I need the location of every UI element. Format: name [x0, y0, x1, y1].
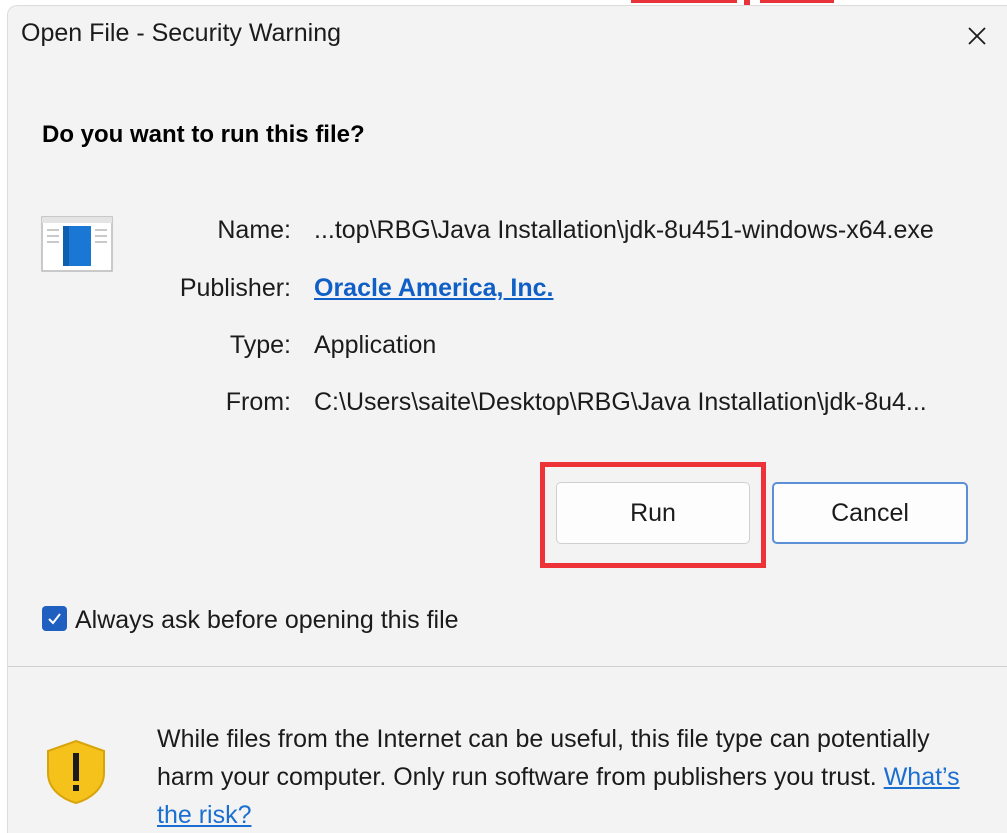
close-button[interactable]: [954, 14, 1000, 58]
publisher-link[interactable]: Oracle America, Inc.: [314, 274, 553, 303]
from-value: C:\Users\saite\Desktop\RBG\Java Installa…: [314, 388, 927, 416]
always-ask-checkbox[interactable]: [42, 606, 67, 631]
warning-message: While files from the Internet can be use…: [157, 720, 987, 833]
run-button[interactable]: Run: [556, 482, 750, 544]
cancel-button[interactable]: Cancel: [772, 482, 968, 544]
close-icon: [968, 27, 986, 45]
type-value: Application: [314, 331, 437, 359]
from-label: From:: [225, 388, 291, 416]
title-bar: Open File - Security Warning: [8, 6, 1007, 64]
checkmark-icon: [48, 613, 61, 625]
security-warning-dialog: Open File - Security Warning Do you want…: [7, 5, 1007, 833]
application-file-icon: [41, 216, 113, 277]
annotation-mark-left: [631, 0, 737, 3]
warning-text: While files from the Internet can be use…: [157, 725, 930, 791]
name-value: ...top\RBG\Java Installation\jdk-8u451-w…: [314, 216, 934, 244]
always-ask-label[interactable]: Always ask before opening this file: [75, 606, 459, 635]
warning-shield-icon: [44, 739, 108, 810]
annotation-mark-right: [760, 0, 834, 3]
name-label: Name:: [217, 216, 291, 244]
prompt-question: Do you want to run this file?: [42, 121, 365, 148]
publisher-label: Publisher:: [179, 274, 291, 302]
warning-footer: While files from the Internet can be use…: [8, 667, 1007, 833]
window-title: Open File - Security Warning: [21, 19, 342, 47]
type-label: Type:: [229, 331, 291, 359]
